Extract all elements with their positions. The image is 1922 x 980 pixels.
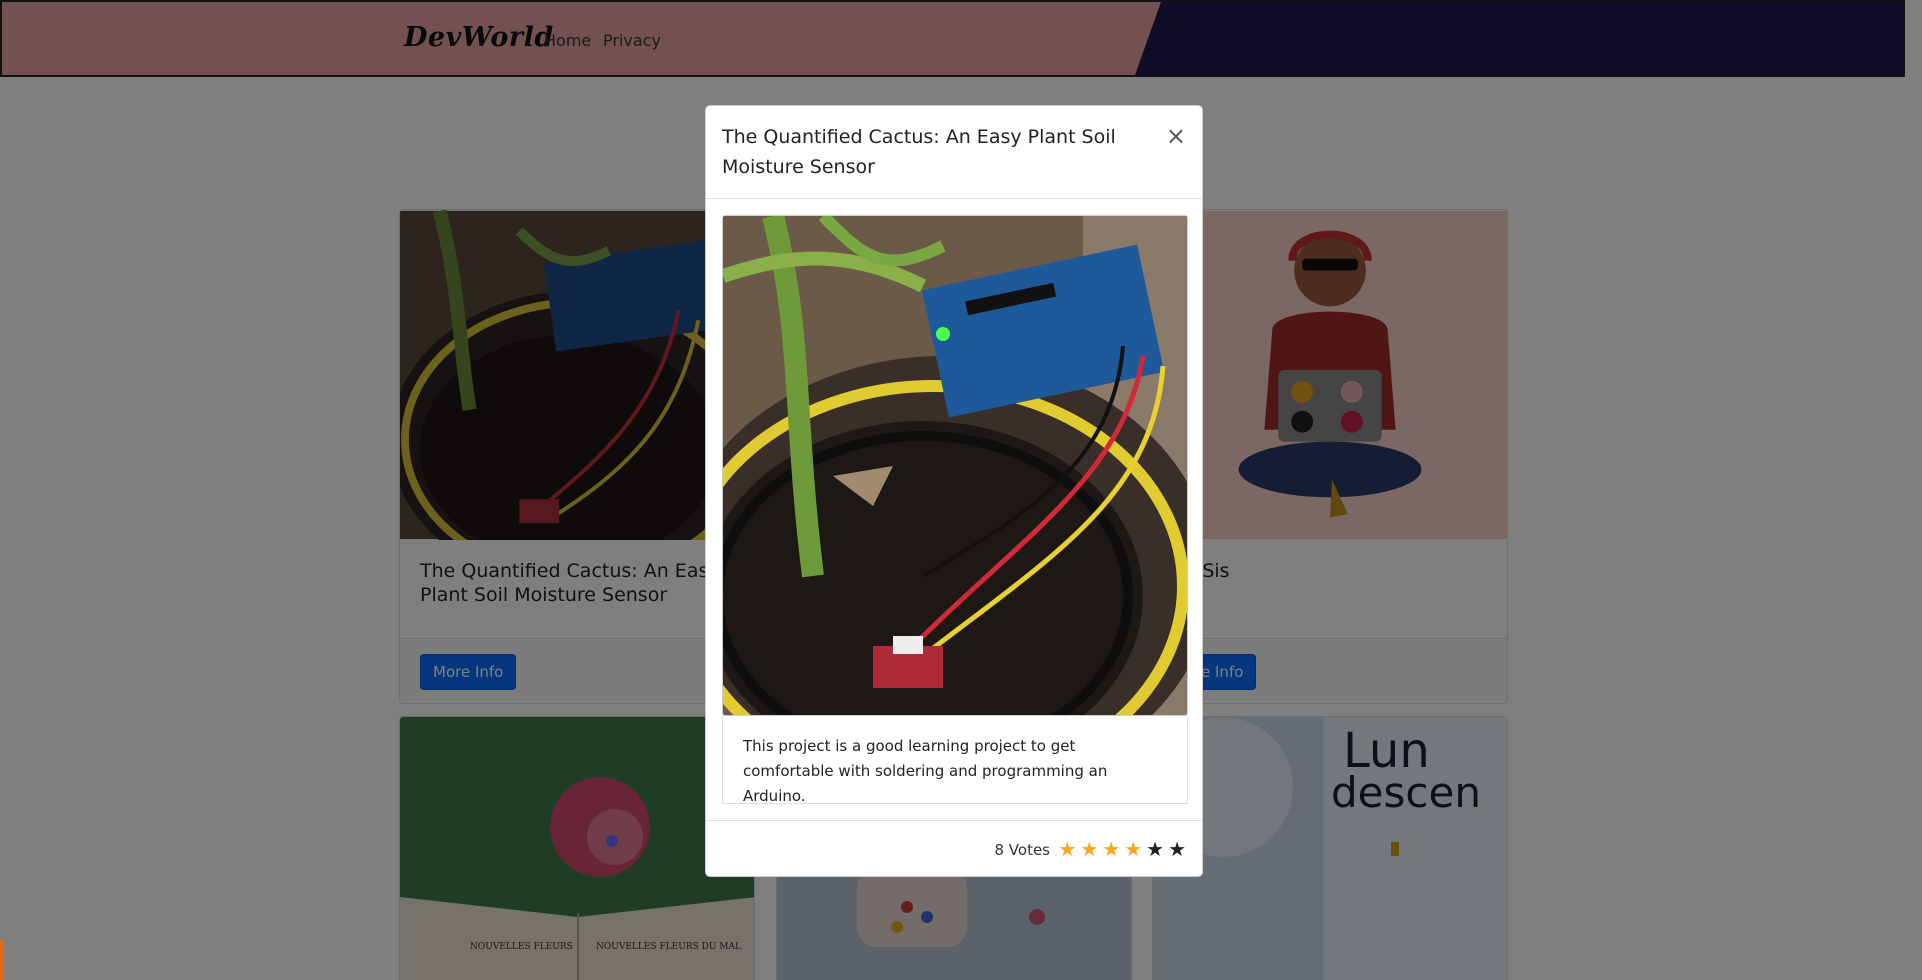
star-icon-4[interactable]: ★ xyxy=(1124,838,1142,860)
star-icon-1[interactable]: ★ xyxy=(1058,838,1076,860)
cactus-arduino-photo xyxy=(723,216,1187,715)
modal-footer: 8 Votes ★ ★ ★ ★ ★ ★ xyxy=(706,820,1202,878)
star-icon-2[interactable]: ★ xyxy=(1080,838,1098,860)
project-modal: The Quantified Cactus: An Easy Plant Soi… xyxy=(705,105,1203,877)
votes-count: 8 Votes xyxy=(994,841,1050,859)
modal-title: The Quantified Cactus: An Easy Plant Soi… xyxy=(722,126,1116,178)
star-icon-3[interactable]: ★ xyxy=(1102,838,1120,860)
star-icon-6[interactable]: ★ xyxy=(1168,838,1186,860)
star-rating[interactable]: ★ ★ ★ ★ ★ ★ xyxy=(1058,838,1186,860)
modal-description: This project is a good learning project … xyxy=(743,737,1108,805)
modal-header: The Quantified Cactus: An Easy Plant Soi… xyxy=(706,106,1202,199)
modal-project-image xyxy=(722,215,1188,716)
close-icon[interactable]: × xyxy=(1166,124,1186,148)
star-icon-5[interactable]: ★ xyxy=(1146,838,1164,860)
orange-edge-accent xyxy=(0,940,4,980)
modal-description-box: This project is a good learning project … xyxy=(722,716,1188,805)
